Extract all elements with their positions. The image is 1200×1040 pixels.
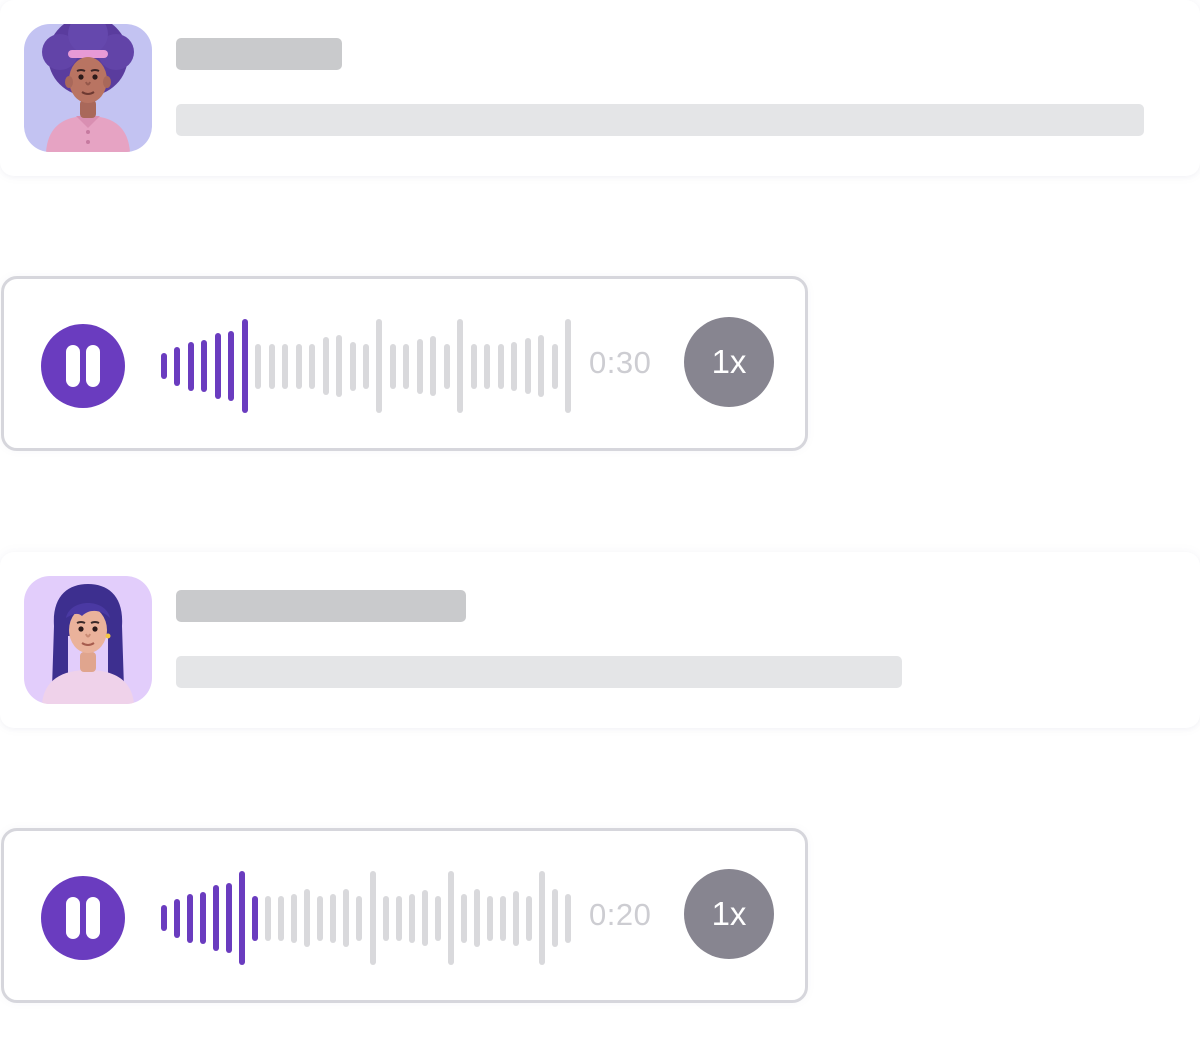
pause-icon-bar xyxy=(86,897,100,939)
playback-speed-button[interactable]: 1x xyxy=(684,317,774,407)
pause-icon xyxy=(66,897,80,939)
voice-message-player: 0:30 1x xyxy=(1,276,808,451)
voice-message-player: 0:20 1x xyxy=(1,828,808,1003)
waveform-bar xyxy=(526,896,532,941)
waveform-bar xyxy=(422,890,428,946)
waveform-bar xyxy=(471,344,477,389)
waveform[interactable] xyxy=(161,319,571,413)
waveform-bar xyxy=(317,896,323,941)
waveform-bar xyxy=(435,896,441,941)
waveform[interactable] xyxy=(161,871,571,965)
waveform-bar xyxy=(396,896,402,941)
avatar-man-afro-icon xyxy=(24,24,152,152)
waveform-bar-played xyxy=(174,899,180,938)
contact-card[interactable] xyxy=(0,0,1200,176)
waveform-bar xyxy=(255,344,261,389)
waveform-bar xyxy=(565,319,571,413)
waveform-bar xyxy=(390,344,396,389)
waveform-bar xyxy=(370,871,376,965)
contact-card[interactable] xyxy=(0,552,1200,728)
waveform-bar xyxy=(409,894,415,943)
waveform-bar xyxy=(417,339,423,394)
pause-icon-bar xyxy=(86,345,100,387)
waveform-bar-played xyxy=(239,871,245,965)
waveform-bar-played xyxy=(174,347,180,386)
waveform-bar xyxy=(296,344,302,389)
waveform-bar xyxy=(457,319,463,413)
waveform-bar-played xyxy=(228,331,234,401)
waveform-bar-played xyxy=(161,905,167,931)
waveform-bar xyxy=(448,871,454,965)
waveform-bar xyxy=(291,894,297,943)
waveform-bar xyxy=(309,344,315,389)
waveform-bar xyxy=(330,894,336,943)
waveform-bar-played xyxy=(242,319,248,413)
waveform-bar xyxy=(304,889,310,947)
face xyxy=(69,57,107,103)
avatar-woman-long-hair-svg xyxy=(24,576,152,704)
waveform-bar-played xyxy=(252,896,258,941)
duration-label: 0:20 xyxy=(589,897,652,932)
pause-icon xyxy=(66,345,80,387)
waveform-bar xyxy=(525,338,531,394)
waveform-bar xyxy=(363,344,369,389)
waveform-bar-played xyxy=(213,885,219,951)
waveform-bar xyxy=(278,896,284,941)
waveform-bar xyxy=(484,344,490,389)
waveform-bar xyxy=(430,336,436,396)
waveform-bar xyxy=(403,344,409,389)
waveform-bar-played xyxy=(215,333,221,399)
waveform-bar xyxy=(552,889,558,947)
waveform-bar xyxy=(269,344,275,389)
waveform-bar-played xyxy=(188,342,194,391)
waveform-bar-played xyxy=(161,353,167,379)
waveform-bar xyxy=(474,889,480,947)
waveform-bar xyxy=(552,344,558,389)
waveform-bar-played xyxy=(201,340,207,392)
message-placeholder xyxy=(176,656,902,688)
waveform-bar xyxy=(500,896,506,941)
waveform-bar xyxy=(565,894,571,943)
waveform-bar xyxy=(265,896,271,941)
waveform-bar xyxy=(487,896,493,941)
voice-messages-page: 0:30 1x 0:20 1x xyxy=(0,0,1200,1040)
waveform-bar xyxy=(282,344,288,389)
waveform-bar xyxy=(511,342,517,391)
waveform-bar xyxy=(350,342,356,391)
avatar-man-afro-svg xyxy=(24,24,152,152)
waveform-bar-played xyxy=(187,894,193,943)
waveform-bar xyxy=(539,871,545,965)
waveform-bar xyxy=(513,891,519,946)
waveform-bar xyxy=(356,896,362,941)
waveform-bar xyxy=(336,335,342,397)
pause-button[interactable] xyxy=(41,876,125,960)
name-placeholder xyxy=(176,590,466,622)
playback-speed-button[interactable]: 1x xyxy=(684,869,774,959)
waveform-bar xyxy=(498,344,504,389)
waveform-bar-played xyxy=(226,883,232,953)
waveform-bar xyxy=(461,894,467,943)
name-placeholder xyxy=(176,38,342,70)
duration-label: 0:30 xyxy=(589,345,652,380)
pause-button[interactable] xyxy=(41,324,125,408)
waveform-bar-played xyxy=(200,892,206,944)
message-placeholder xyxy=(176,104,1144,136)
waveform-bar xyxy=(376,319,382,413)
waveform-bar xyxy=(323,337,329,395)
waveform-bar xyxy=(538,335,544,397)
avatar-woman-long-hair-icon xyxy=(24,576,152,704)
waveform-bar xyxy=(343,889,349,947)
waveform-bar xyxy=(383,896,389,941)
waveform-bar xyxy=(444,344,450,389)
